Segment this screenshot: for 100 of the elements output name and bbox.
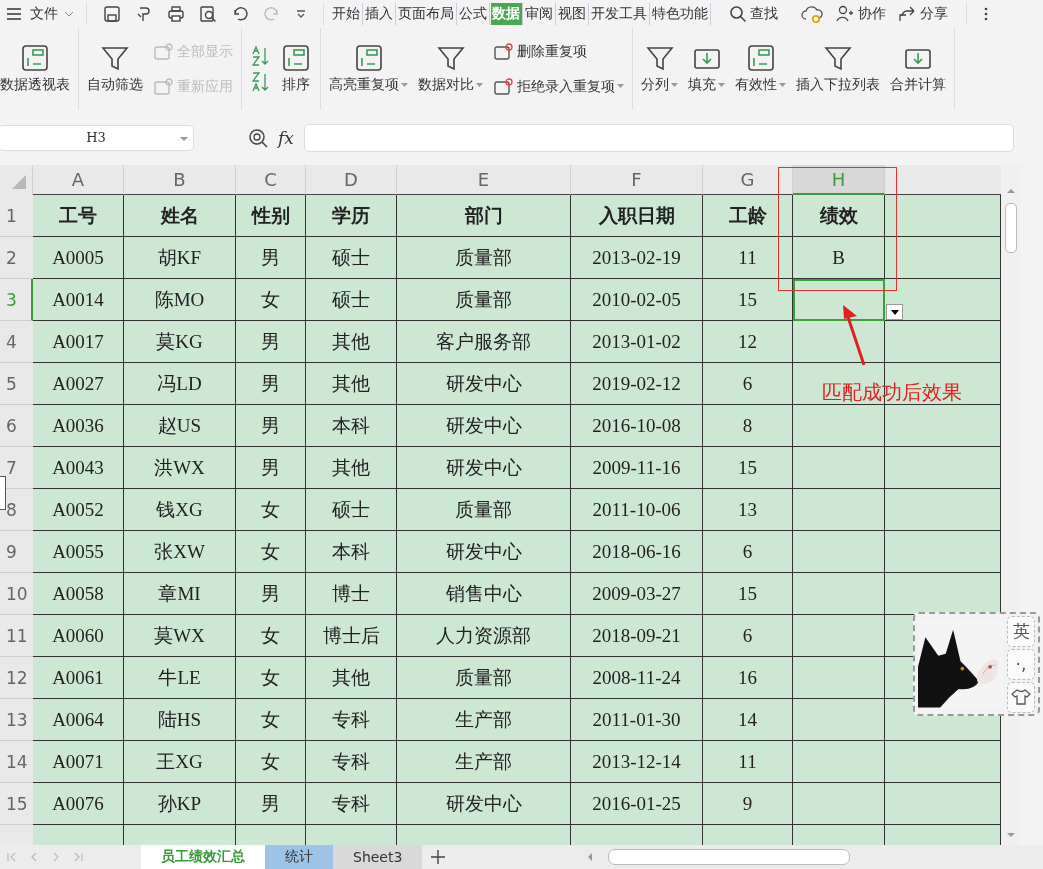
table-cell: 女 bbox=[236, 741, 306, 783]
ribbon-button[interactable]: 拒绝录入重复项 bbox=[493, 77, 624, 96]
search-button[interactable]: 查找 bbox=[729, 5, 778, 23]
column-header[interactable]: G bbox=[703, 165, 793, 195]
undo-icon[interactable] bbox=[231, 5, 249, 23]
table-cell: 硕士 bbox=[306, 237, 397, 279]
scroll-up-icon[interactable] bbox=[1005, 187, 1016, 195]
ribbon-button[interactable]: 高亮重复项 bbox=[329, 34, 408, 104]
ribbon-button[interactable]: 数据对比 bbox=[418, 34, 483, 104]
ribbon-button[interactable]: 分列 bbox=[641, 34, 678, 104]
sort-descending-icon[interactable] bbox=[250, 71, 270, 93]
row-header[interactable]: 13 bbox=[0, 699, 33, 741]
table-cell: 2019-02-12 bbox=[571, 363, 703, 405]
table-cell: 部门 bbox=[397, 195, 571, 237]
ribbon-tab[interactable]: 开发工具 bbox=[590, 3, 650, 25]
ribbon-button[interactable]: 有效性 bbox=[735, 34, 786, 104]
table-cell: 专科 bbox=[306, 783, 397, 825]
ribbon-tab[interactable]: 审阅 bbox=[524, 3, 556, 25]
last-sheet-icon[interactable] bbox=[72, 851, 84, 863]
ribbon-button[interactable]: 自动筛选 bbox=[87, 34, 143, 104]
toolbar-icon bbox=[493, 42, 513, 61]
cell-dropdown-button[interactable] bbox=[886, 304, 903, 320]
file-menu[interactable]: 文件 bbox=[30, 5, 58, 23]
column-header[interactable]: E bbox=[397, 165, 571, 195]
sheet-tab[interactable]: 员工绩效汇总 bbox=[141, 845, 265, 869]
name-box[interactable]: H3 bbox=[0, 124, 194, 151]
print-preview-icon[interactable] bbox=[199, 5, 217, 23]
ribbon-button[interactable]: 删除重复项 bbox=[493, 42, 624, 61]
ribbon-button[interactable]: 合并计算 bbox=[890, 34, 946, 104]
table-cell: 赵US bbox=[124, 405, 236, 447]
ribbon-button[interactable]: 排序 bbox=[280, 34, 312, 104]
row-header[interactable]: 7 bbox=[0, 447, 33, 489]
column-header[interactable]: A bbox=[33, 165, 124, 195]
share-button[interactable]: 分享 bbox=[898, 5, 948, 23]
ribbon-tab[interactable]: 开始 bbox=[331, 3, 363, 25]
cloud-icon[interactable] bbox=[800, 4, 824, 24]
table-cell: 其他 bbox=[306, 321, 397, 363]
selected-cell[interactable] bbox=[793, 279, 885, 321]
column-header[interactable]: D bbox=[306, 165, 397, 195]
ribbon-button[interactable]: 数据透视表 bbox=[0, 34, 70, 104]
table-cell: 人力资源部 bbox=[397, 615, 571, 657]
table-cell: 15 bbox=[703, 447, 793, 489]
function-label[interactable]: fx bbox=[278, 127, 294, 148]
row-header[interactable]: 5 bbox=[0, 363, 33, 405]
row-header[interactable]: 15 bbox=[0, 783, 33, 825]
more-icon[interactable] bbox=[983, 6, 989, 22]
column-header[interactable] bbox=[885, 165, 1001, 195]
table-cell: 2010-02-05 bbox=[571, 279, 703, 321]
column-header[interactable]: C bbox=[236, 165, 306, 195]
row-header[interactable]: 12 bbox=[0, 657, 33, 699]
table-cell: A0014 bbox=[33, 279, 124, 321]
table-cell: 研发中心 bbox=[397, 405, 571, 447]
sheet-tab[interactable]: 统计 bbox=[265, 845, 333, 869]
caret-icon bbox=[779, 82, 786, 88]
skin-button[interactable] bbox=[1007, 681, 1035, 713]
menu-icon[interactable] bbox=[6, 7, 22, 21]
chevron-down-icon[interactable] bbox=[64, 10, 74, 18]
ribbon-tab[interactable]: 特色功能 bbox=[651, 3, 711, 25]
select-all-icon[interactable] bbox=[10, 173, 28, 191]
table-cell: 15 bbox=[703, 279, 793, 321]
table-cell: 女 bbox=[236, 657, 306, 699]
sheet-tab[interactable]: Sheet3 bbox=[333, 845, 423, 869]
scroll-down-icon[interactable] bbox=[1005, 831, 1016, 839]
table-cell: 女 bbox=[236, 531, 306, 573]
row-header[interactable]: 8 bbox=[0, 489, 33, 531]
ribbon-tab[interactable]: 视图 bbox=[557, 3, 589, 25]
sort-ascending-icon[interactable] bbox=[250, 45, 270, 67]
column-header[interactable]: B bbox=[124, 165, 236, 195]
ribbon-tab[interactable]: 页面布局 bbox=[397, 3, 457, 25]
table-cell: 8 bbox=[703, 405, 793, 447]
save-icon[interactable] bbox=[103, 5, 121, 23]
add-sheet-icon[interactable] bbox=[430, 849, 447, 865]
formula-input[interactable] bbox=[303, 123, 1014, 152]
row-header[interactable]: 9 bbox=[0, 531, 33, 573]
table-cell: 男 bbox=[236, 363, 306, 405]
row-header[interactable]: 6 bbox=[0, 405, 33, 447]
row-header[interactable]: 14 bbox=[0, 741, 33, 783]
collaborate-button[interactable]: 协作 bbox=[836, 5, 886, 23]
language-toggle[interactable]: 英 bbox=[1007, 615, 1035, 647]
row-header[interactable]: 11 bbox=[0, 615, 33, 657]
column-header[interactable]: F bbox=[571, 165, 703, 195]
row-header[interactable]: 1 bbox=[0, 195, 33, 237]
ribbon-tab[interactable]: 插入 bbox=[364, 3, 396, 25]
scroll-left-icon[interactable] bbox=[586, 852, 595, 862]
first-sheet-icon[interactable] bbox=[6, 851, 18, 863]
redo-icon[interactable] bbox=[263, 5, 281, 23]
ribbon-button[interactable]: 填充 bbox=[688, 34, 725, 104]
row-header[interactable]: 10 bbox=[0, 573, 33, 615]
print-icon[interactable] bbox=[167, 5, 185, 23]
dropdown-icon[interactable] bbox=[295, 8, 307, 20]
ribbon-button[interactable]: 插入下拉列表 bbox=[796, 34, 880, 104]
zoom-icon[interactable] bbox=[248, 127, 268, 148]
table-cell: 6 bbox=[703, 531, 793, 573]
horizontal-scrollbar-thumb[interactable] bbox=[608, 849, 851, 865]
row-header[interactable]: 4 bbox=[0, 321, 33, 363]
ribbon-tab[interactable]: 公式 bbox=[458, 3, 490, 25]
punctuation-toggle[interactable]: ·, bbox=[1007, 648, 1035, 680]
scrollbar-thumb[interactable] bbox=[1004, 203, 1017, 253]
table-cell: 姓名 bbox=[124, 195, 236, 237]
row-header[interactable]: 2 bbox=[0, 237, 33, 279]
